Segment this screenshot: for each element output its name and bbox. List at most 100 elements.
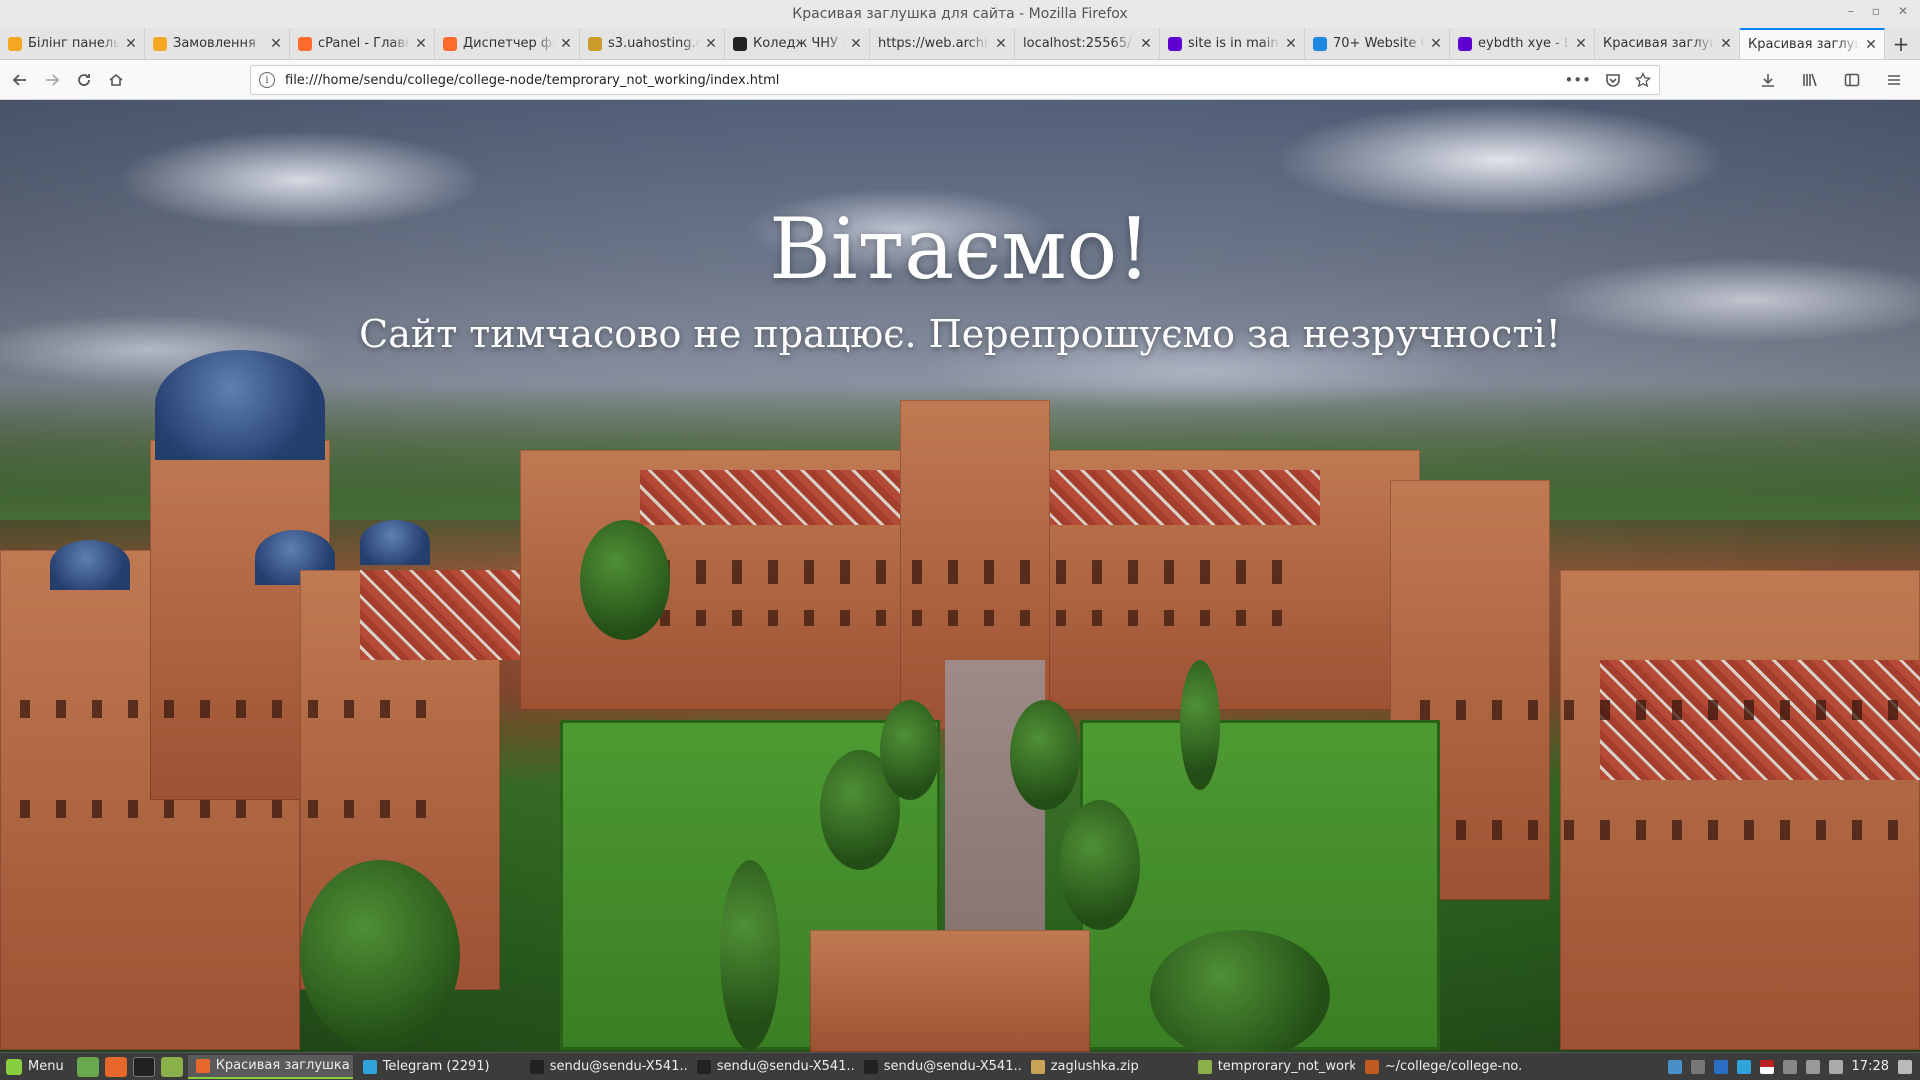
taskbar-window-button[interactable]: Telegram (2291) (355, 1055, 520, 1079)
downloads-button[interactable] (1752, 64, 1784, 96)
page-actions-icon[interactable]: ••• (1564, 71, 1591, 89)
browser-tab[interactable]: Замовлення ✕ (145, 28, 290, 59)
close-window-icon[interactable]: ✕ (1898, 4, 1908, 18)
clock[interactable]: 17:28 (1852, 1059, 1889, 1074)
browser-tab[interactable]: https://web.archive.org ✕ (870, 28, 1015, 59)
app-icon (1197, 1059, 1212, 1074)
close-tab-icon[interactable]: ✕ (1139, 36, 1153, 52)
taskbar-window-button[interactable]: Красивая заглушка ... (187, 1054, 353, 1079)
start-menu-button[interactable]: Menu (0, 1053, 74, 1080)
files-launcher-icon[interactable] (160, 1056, 183, 1077)
taskbar-window-button[interactable]: temprorary_not_work... (1190, 1055, 1355, 1079)
app-icon (529, 1059, 544, 1074)
orange-dot-icon (8, 36, 22, 51)
app-icon (362, 1059, 377, 1074)
close-tab-icon[interactable]: ✕ (414, 36, 428, 52)
close-tab-icon[interactable]: ✕ (124, 36, 138, 52)
url-text[interactable]: file:///home/sendu/college/college-node/… (285, 73, 779, 88)
app-icon (696, 1059, 711, 1074)
close-tab-icon[interactable]: ✕ (269, 36, 283, 52)
sidebar-icon (1844, 73, 1860, 87)
back-arrow-icon (12, 73, 26, 86)
taskbar-window-label: Красивая заглушка ... (215, 1058, 353, 1073)
update-manager-icon[interactable] (1667, 1059, 1682, 1074)
navigation-toolbar: i file:///home/sendu/college/college-nod… (0, 60, 1920, 100)
window-controls: – ▫ ✕ (1848, 4, 1908, 18)
keyboard-layout-flag-icon[interactable] (1759, 1059, 1774, 1074)
library-icon (1803, 73, 1817, 87)
home-button[interactable] (100, 64, 132, 96)
tab-label: Диспетчер файлов (463, 36, 555, 51)
close-tab-icon[interactable]: ✕ (1864, 37, 1878, 53)
telegram-tray-icon[interactable] (1736, 1059, 1751, 1074)
volume-icon[interactable] (1898, 1059, 1912, 1074)
reload-icon (78, 73, 90, 86)
browser-tab[interactable]: 70+ Website Under ✕ (1305, 28, 1450, 59)
taskbar-window-label: sendu@sendu-X541... (549, 1059, 687, 1074)
app-icon (195, 1058, 210, 1073)
tab-strip: Білінг панель✕Замовлення✕cPanel - Главна… (0, 28, 1920, 60)
forward-button[interactable] (36, 64, 68, 96)
close-tab-icon[interactable]: ✕ (1719, 36, 1733, 52)
close-tab-icon[interactable]: ✕ (1284, 36, 1298, 52)
battery-icon[interactable] (1828, 1059, 1843, 1074)
url-bar[interactable]: i file:///home/sendu/college/college-nod… (250, 65, 1660, 95)
browser-tab[interactable]: Коледж ЧНУ ім. ✕ (725, 28, 870, 59)
tab-label: site is in maintenance (1188, 36, 1280, 51)
window-titlebar: Красивая заглушка для сайта - Mozilla Fi… (0, 0, 1920, 28)
maximize-icon[interactable]: ▫ (1872, 4, 1880, 18)
taskbar: Menu Красивая заглушка ... Telegram (2291… (0, 1052, 1920, 1080)
bookmark-star-icon[interactable] (1635, 72, 1651, 88)
page-info-icon[interactable]: i (259, 72, 275, 88)
back-button[interactable] (4, 64, 36, 96)
browser-tab[interactable]: Диспетчер файлов ✕ (435, 28, 580, 59)
library-button[interactable] (1794, 64, 1826, 96)
taskbar-window-button[interactable]: sendu@sendu-X541... (522, 1055, 687, 1079)
browser-tab[interactable]: Красивая заглушка ✕ (1595, 28, 1740, 59)
pocket-icon[interactable] (1605, 72, 1621, 88)
taskbar-window-button[interactable]: sendu@sendu-X541... (689, 1055, 854, 1079)
browser-tab[interactable]: Красивая заглушка ✕ (1740, 28, 1885, 59)
close-tab-icon[interactable]: ✕ (849, 36, 863, 52)
close-tab-icon[interactable]: ✕ (994, 36, 1008, 52)
tab-label: s3.uahosting.com (608, 36, 700, 51)
browser-tab[interactable]: s3.uahosting.com ✕ (580, 28, 725, 59)
firefox-launcher-icon[interactable] (104, 1056, 127, 1077)
shield-icon[interactable] (1690, 1059, 1705, 1074)
chart-icon (588, 36, 602, 51)
task-list: Красивая заглушка ... Telegram (2291) send… (186, 1054, 1522, 1079)
hamburger-menu-button[interactable] (1878, 64, 1910, 96)
page-subtitle: Сайт тимчасово не працює. Перепрошуємо з… (359, 312, 1561, 356)
network-icon[interactable] (1805, 1059, 1820, 1074)
close-tab-icon[interactable]: ✕ (704, 36, 718, 52)
close-tab-icon[interactable]: ✕ (559, 36, 573, 52)
system-tray: 17:28 (1667, 1059, 1920, 1074)
taskbar-window-button[interactable]: ~/college/college-no... (1357, 1055, 1522, 1079)
terminal-launcher-icon[interactable] (132, 1056, 155, 1077)
hamburger-menu-icon (1888, 75, 1900, 85)
forward-arrow-icon (46, 73, 60, 86)
tab-label: Замовлення (173, 36, 256, 51)
college-icon (733, 36, 747, 51)
user-icon[interactable] (1782, 1059, 1797, 1074)
minimize-icon[interactable]: – (1848, 4, 1854, 18)
bluetooth-icon[interactable] (1713, 1059, 1728, 1074)
browser-tab[interactable]: localhost:25565/ ✕ (1015, 28, 1160, 59)
show-desktop-icon[interactable] (76, 1056, 99, 1077)
close-tab-icon[interactable]: ✕ (1574, 36, 1588, 52)
browser-tab[interactable]: Білінг панель ✕ (0, 28, 145, 59)
home-icon (109, 73, 123, 86)
browser-tab[interactable]: cPanel - Главная ✕ (290, 28, 435, 59)
new-tab-button[interactable]: + (1885, 28, 1917, 59)
t-icon (1313, 36, 1327, 51)
sidebar-button[interactable] (1836, 64, 1868, 96)
window-title: Красивая заглушка для сайта - Mozilla Fi… (792, 6, 1128, 22)
close-tab-icon[interactable]: ✕ (1429, 36, 1443, 52)
browser-tab[interactable]: site is in maintenance ✕ (1160, 28, 1305, 59)
mint-logo-icon (6, 1058, 22, 1075)
tab-label: cPanel - Главная (318, 36, 410, 51)
reload-button[interactable] (68, 64, 100, 96)
taskbar-window-button[interactable]: sendu@sendu-X541... (856, 1055, 1021, 1079)
taskbar-window-button[interactable]: zaglushka.zip (1023, 1055, 1188, 1079)
browser-tab[interactable]: eybdth xye - Li ✕ (1450, 28, 1595, 59)
